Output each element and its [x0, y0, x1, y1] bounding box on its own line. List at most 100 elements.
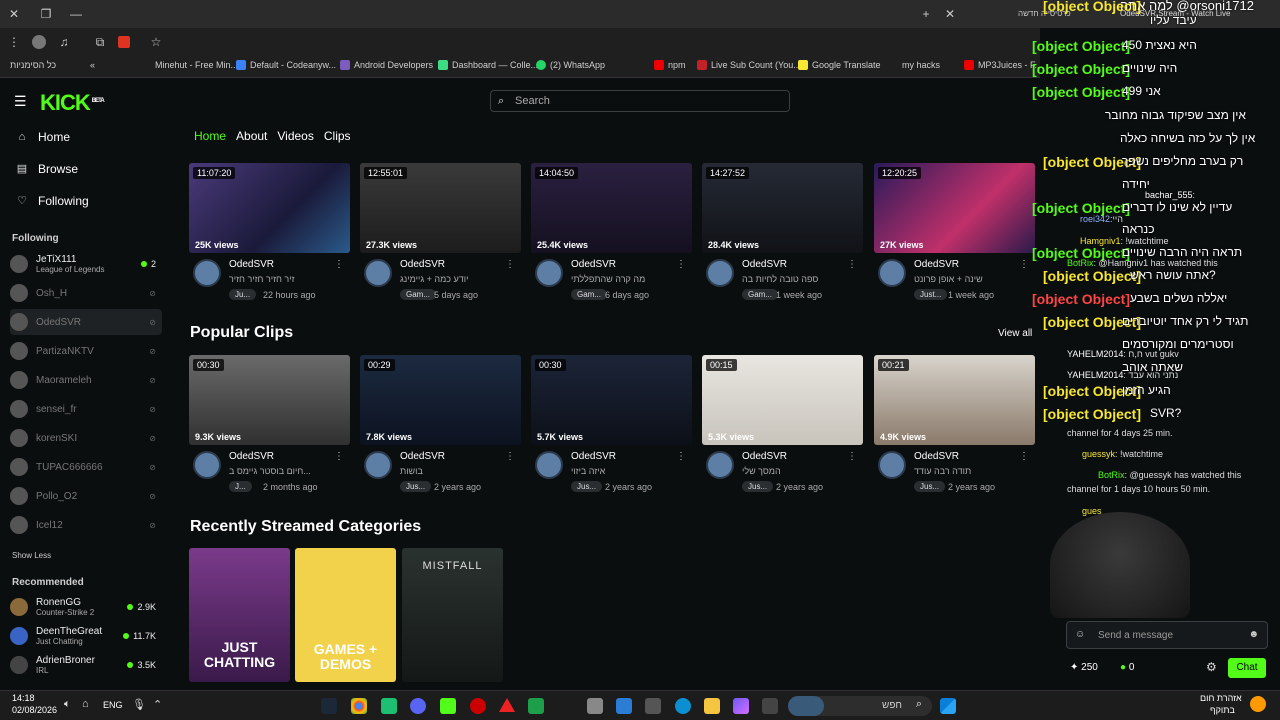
more-options-icon[interactable]: ⋮ — [676, 259, 686, 270]
emoji-icon[interactable]: ☻ — [1248, 629, 1259, 640]
avatar[interactable] — [193, 259, 221, 287]
bookmark-item[interactable]: Live Sub Count (You... — [697, 60, 801, 70]
clip-thumbnail[interactable]: 00:30 9.3K views — [189, 355, 350, 445]
edge-icon[interactable] — [675, 698, 691, 714]
app-icon[interactable] — [381, 698, 397, 714]
more-options-icon[interactable]: ⋮ — [1019, 259, 1029, 270]
store-icon[interactable] — [645, 698, 661, 714]
bookmark-item[interactable]: Minehut - Free Min... — [155, 60, 238, 70]
weather-alert[interactable]: אזהרת חום — [1200, 693, 1242, 703]
mic-icon[interactable]: 🎙︎ — [132, 698, 146, 711]
clip-card[interactable]: 00:30 5.7K views OdedSVR ⋮ איזה ביזוי Jus..… — [531, 355, 692, 492]
taskbar-search[interactable]: חפש ⌕ — [788, 696, 932, 716]
clip-thumbnail[interactable]: 00:15 5.3K views — [702, 355, 863, 445]
following-item[interactable]: TUPAC666666 ⊘ — [10, 454, 162, 480]
tab-about[interactable]: About — [236, 129, 267, 143]
nav-browse[interactable]: ▤ Browse — [16, 162, 78, 176]
clip-card[interactable]: 00:15 5.3K views OdedSVR ⋮ המסך שלי Jus... 2… — [702, 355, 863, 492]
record-icon[interactable] — [470, 698, 486, 714]
avatar[interactable] — [878, 451, 906, 479]
kick-logo[interactable]: KICK BETA — [40, 90, 105, 116]
tab-videos[interactable]: Videos — [277, 129, 313, 143]
more-options-icon[interactable]: ⋮ — [334, 451, 344, 462]
video-thumbnail[interactable]: 12:20:25 27K views — [874, 163, 1035, 253]
clip-thumbnail[interactable]: 00:30 5.7K views — [531, 355, 692, 445]
box-icon[interactable] — [587, 698, 603, 714]
valorant-icon[interactable] — [499, 698, 515, 712]
more-options-icon[interactable]: ⋮ — [1019, 451, 1029, 462]
avatar[interactable] — [706, 451, 734, 479]
view-all-link[interactable]: View all — [998, 328, 1032, 339]
extensions-icon[interactable]: ⧉ — [92, 34, 108, 50]
clip-card[interactable]: 00:21 4.9K views OdedSVR ⋮ תודה רבה עודד Ju… — [874, 355, 1035, 492]
profile-icon[interactable] — [32, 35, 46, 49]
kicks-balance[interactable]: ● 0 — [1120, 662, 1134, 673]
video-card[interactable]: 12:20:25 27K views OdedSVR ⋮ שינה + אופן פ… — [874, 163, 1035, 300]
show-less-button[interactable]: Show Less — [12, 551, 51, 560]
avatar[interactable] — [535, 259, 563, 287]
outlook-icon[interactable] — [616, 698, 632, 714]
avatar[interactable] — [878, 259, 906, 287]
search-input[interactable]: ⌕ Search — [490, 90, 790, 112]
bookmark-item[interactable]: Default - Codeanyw... — [236, 60, 336, 70]
recommended-item[interactable]: DeenTheGreat Just Chatting 11.7K — [10, 623, 162, 649]
chrome-icon[interactable] — [351, 698, 367, 714]
more-options-icon[interactable]: ⋮ — [847, 451, 857, 462]
following-item[interactable]: PartizaNKTV ⊘ — [10, 338, 162, 364]
more-options-icon[interactable]: ⋮ — [505, 259, 515, 270]
avatar[interactable] — [364, 259, 392, 287]
menu-dots-icon[interactable]: ⋮ — [6, 34, 22, 50]
following-item[interactable]: JeTiX111 League of Legends 2 — [10, 251, 162, 277]
bookmark-item[interactable]: Dashboard — Colle... — [438, 60, 538, 70]
clip-thumbnail[interactable]: 00:21 4.9K views — [874, 355, 1035, 445]
minimize-window-icon[interactable]: — — [68, 6, 84, 22]
category-card[interactable]: MISTFALL — [402, 548, 503, 682]
clock-date[interactable]: 02/08/2026 — [12, 705, 57, 715]
snip-icon[interactable] — [762, 698, 778, 714]
more-options-icon[interactable]: ⋮ — [505, 451, 515, 462]
close-tab-icon[interactable]: ✕ — [942, 6, 958, 22]
clip-thumbnail[interactable]: 00:29 7.8K views — [360, 355, 521, 445]
clock-time[interactable]: 14:18 — [12, 693, 35, 703]
star-icon[interactable]: ☆ — [148, 34, 164, 50]
chevron-up-icon[interactable]: ⌃ — [153, 698, 162, 711]
avatar[interactable] — [193, 451, 221, 479]
avatar[interactable] — [535, 451, 563, 479]
chevron-left-icon[interactable]: « — [90, 60, 95, 70]
avatar[interactable] — [706, 259, 734, 287]
settings-gear-icon[interactable]: ⚙ — [1206, 660, 1217, 674]
emote-icon[interactable]: ☺ — [1075, 629, 1085, 640]
bookmark-item[interactable]: npm — [654, 60, 686, 70]
chat-send-button[interactable]: Chat — [1228, 658, 1266, 678]
language-indicator[interactable]: ENG — [103, 700, 123, 710]
copilot-icon[interactable] — [733, 698, 749, 714]
folder-icon[interactable] — [704, 698, 720, 714]
video-card[interactable]: 12:55:01 27.3K views OdedSVR ⋮ יודע כמה + … — [360, 163, 521, 300]
video-thumbnail[interactable]: 14:04:50 25.4K views — [531, 163, 692, 253]
video-card[interactable]: 14:04:50 25.4K views OdedSVR ⋮ מה קרה שהתפ… — [531, 163, 692, 300]
category-card[interactable]: JUST CHATTING — [189, 548, 290, 682]
recommended-item[interactable]: RonenGG Counter-Strike 2 2.9K — [10, 594, 162, 620]
video-card[interactable]: 11:07:20 25K views OdedSVR ⋮ זיר חזיר חזיר… — [189, 163, 350, 300]
windows-start-icon[interactable] — [940, 698, 956, 714]
bookmark-item[interactable]: (2) WhatsApp — [536, 60, 605, 70]
steam-icon[interactable] — [321, 698, 337, 714]
avatar[interactable] — [364, 451, 392, 479]
video-thumbnail[interactable]: 11:07:20 25K views — [189, 163, 350, 253]
discord-icon[interactable] — [410, 698, 426, 714]
weather-icon[interactable] — [1250, 696, 1266, 712]
video-thumbnail[interactable]: 12:55:01 27.3K views — [360, 163, 521, 253]
following-item[interactable]: Pollo_O2 ⊘ — [10, 483, 162, 509]
following-item[interactable]: sensei_fr ⊘ — [10, 396, 162, 422]
bookmark-item[interactable]: Google Translate — [798, 60, 881, 70]
hamburger-menu-icon[interactable]: ☰ — [14, 93, 27, 110]
restore-window-icon[interactable]: ❐ — [38, 6, 54, 22]
wifi-icon[interactable]: ⌂ — [82, 698, 89, 710]
category-card[interactable]: GAMES + DEMOS — [295, 548, 396, 682]
more-options-icon[interactable]: ⋮ — [847, 259, 857, 270]
bookmark-item[interactable]: Android Developers — [340, 60, 433, 70]
clip-card[interactable]: 00:29 7.8K views OdedSVR ⋮ בושות Jus... 2 ye… — [360, 355, 521, 492]
following-item[interactable]: Osh_H ⊘ — [10, 280, 162, 306]
video-card[interactable]: 14:27:52 28.4K views OdedSVR ⋮ ספה טובה לח… — [702, 163, 863, 300]
following-item[interactable]: OdedSVR ⊘ — [10, 309, 162, 335]
